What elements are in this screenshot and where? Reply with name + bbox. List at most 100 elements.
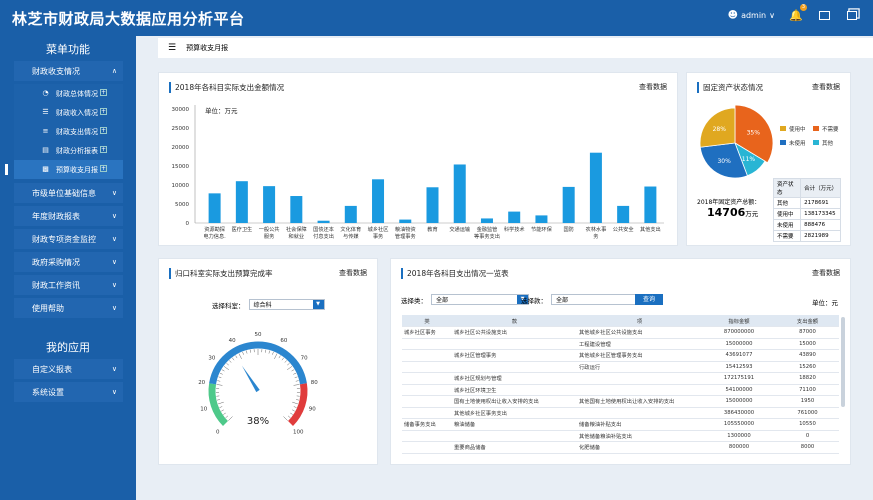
query-button[interactable]: 查询 xyxy=(635,294,663,305)
table-cell: 172175191 xyxy=(702,372,776,385)
gauge-tick xyxy=(225,415,229,418)
unit-label: 单位：元 xyxy=(812,299,838,307)
bar[interactable] xyxy=(372,179,385,223)
table-cell: 8000 xyxy=(776,441,839,454)
bar[interactable] xyxy=(426,187,439,223)
sidebar-item-annual[interactable]: 年度财政报表 ∨ xyxy=(14,206,123,226)
gauge-tick xyxy=(291,369,295,372)
hamburger-icon[interactable]: ☰ xyxy=(168,43,176,53)
table-cell: 43890 xyxy=(776,349,839,362)
table-cell: 386430000 xyxy=(702,407,776,419)
bar[interactable] xyxy=(562,186,575,223)
sidebar-item-finance[interactable]: 财政收支情况 ∧ xyxy=(14,61,123,81)
category-select[interactable]: 全部 ▼ xyxy=(431,294,529,305)
item-select-value: 全部 xyxy=(556,297,569,304)
table-cell: 其他城乡社区公共设施支出 xyxy=(577,326,702,339)
plus-icon: + xyxy=(100,146,107,153)
monitor-icon xyxy=(818,10,830,20)
window-button[interactable] xyxy=(845,8,859,22)
sidebar-sub-overview[interactable]: ◔ 财政总体情况 + xyxy=(14,84,123,103)
report-icon: ▤ xyxy=(42,146,49,154)
username: admin xyxy=(741,10,767,20)
bar[interactable] xyxy=(263,186,276,223)
bar-chart: 单位：万元 0 5000 10000 15000 20000 25000 30000 资源勘探… xyxy=(172,105,664,240)
table-header: 合计（万元） xyxy=(800,178,841,198)
x-tick-label: 农林水事务 xyxy=(586,225,607,240)
bar[interactable] xyxy=(399,219,412,223)
column-header: 类 xyxy=(402,315,452,327)
table-row: 其他 2178691 xyxy=(772,197,841,209)
sidebar-item-purchase[interactable]: 政府采购情况 ∨ xyxy=(14,252,123,272)
bar[interactable] xyxy=(480,218,493,223)
sidebar-item-label: 使用帮助 xyxy=(32,303,64,313)
gauge-tick-label: 50 xyxy=(255,332,262,338)
bar[interactable] xyxy=(589,152,602,223)
bar[interactable] xyxy=(235,181,248,223)
sidebar-sub-income[interactable]: ☰ 财政收入情况 + xyxy=(14,103,123,122)
table-cell: 储备事务支出 xyxy=(402,418,452,431)
sidebar-item-label: 自定义报表 xyxy=(32,364,72,374)
gauge-tick xyxy=(216,384,223,386)
bar[interactable] xyxy=(535,215,548,223)
asset-total-unit: 万元 xyxy=(745,210,759,218)
table-cell: 761000 xyxy=(776,407,839,419)
table-cell: 71100 xyxy=(776,384,839,396)
notification-button[interactable]: 🔔 3 xyxy=(789,4,807,22)
monitor-button[interactable] xyxy=(817,8,831,22)
sidebar-item-units[interactable]: 市级单位基础信息 ∨ xyxy=(14,183,123,203)
sidebar-sub-expense[interactable]: ≡ 财政支出情况 + xyxy=(14,122,123,141)
gauge-tick xyxy=(221,409,224,412)
sidebar-sub-report[interactable]: ▤ 财政分析报表 + xyxy=(14,141,123,160)
table-cell: 行政运行 xyxy=(577,361,702,373)
gauge-tick xyxy=(268,350,270,354)
dept-select-label: 选择科室： xyxy=(212,301,245,310)
budget-completion-card: 归口科室实际支出预算完成率 查看数据 选择科室： 综合科 ▼ 0 10 20 30 40 5… xyxy=(158,258,378,465)
x-tick-label: 城乡社区事务 xyxy=(368,225,389,240)
dept-select[interactable]: 综合科 ▼ xyxy=(248,299,325,310)
gauge-tick xyxy=(221,369,225,372)
table-cell: 化肥储备 xyxy=(577,441,702,454)
table-cell xyxy=(577,407,702,419)
sidebar-item-special[interactable]: 财政专项资金监控 ∨ xyxy=(14,229,123,249)
chevron-down-icon: ∨ xyxy=(111,365,117,373)
table-row: 未使用 888476 xyxy=(772,219,841,231)
gauge-tick xyxy=(242,351,244,355)
gauge-tick-label: 80 xyxy=(311,380,318,386)
view-data-link[interactable]: 查看数据 xyxy=(339,268,367,278)
sidebar-item-help[interactable]: 使用帮助 ∨ xyxy=(14,298,123,318)
table-cell: 工程建设管理 xyxy=(577,338,702,350)
sidebar-item-news[interactable]: 财政工作资讯 ∨ xyxy=(14,275,123,295)
pie-label: 11% xyxy=(742,156,756,163)
bar[interactable] xyxy=(644,186,657,223)
table-cell: 1950 xyxy=(776,395,839,408)
x-tick-label: 文化体育与传媒 xyxy=(340,225,361,240)
sidebar-item-label: 年度财政报表 xyxy=(32,211,80,221)
sidebar-item-custom-report[interactable]: 自定义报表 ∨ xyxy=(14,359,123,379)
bar[interactable] xyxy=(508,211,521,223)
user-menu[interactable]: ☻ admin ∨ xyxy=(728,10,775,21)
sidebar-item-settings[interactable]: 系统设置 ∨ xyxy=(14,382,123,402)
table-cell: 87000 xyxy=(776,326,839,339)
bar[interactable] xyxy=(344,205,357,223)
bar[interactable] xyxy=(290,196,303,223)
gauge-tick xyxy=(293,384,300,386)
item-select-label: 选择款： xyxy=(521,296,547,305)
view-data-link[interactable]: 查看数据 xyxy=(812,268,840,278)
gauge-tick xyxy=(232,357,235,361)
bar[interactable] xyxy=(453,164,466,223)
table-cell xyxy=(402,407,452,419)
x-tick-label: 资源勘探电力信息. xyxy=(203,225,226,240)
bar[interactable] xyxy=(617,205,630,223)
sidebar-sub-label: 预算收支月报 xyxy=(56,165,98,174)
table-row: 城乡社区管理事务 其他城乡社区管理事务支出 43691077 43890 xyxy=(402,349,839,362)
column-header: 指标金额 xyxy=(702,315,776,327)
view-data-link[interactable]: 查看数据 xyxy=(812,82,840,92)
my-apps-title: 我的应用 xyxy=(46,341,90,354)
table-row: 城乡社区规划与管理 172175191 18820 xyxy=(402,372,839,385)
gauge-tick xyxy=(295,380,299,382)
sidebar-sub-monthly[interactable]: ▩ 预算收支月报 + xyxy=(5,160,123,179)
bar[interactable] xyxy=(317,220,330,223)
table-scrollbar[interactable] xyxy=(841,317,845,407)
legend-swatch xyxy=(780,126,786,131)
bar[interactable] xyxy=(208,193,221,223)
